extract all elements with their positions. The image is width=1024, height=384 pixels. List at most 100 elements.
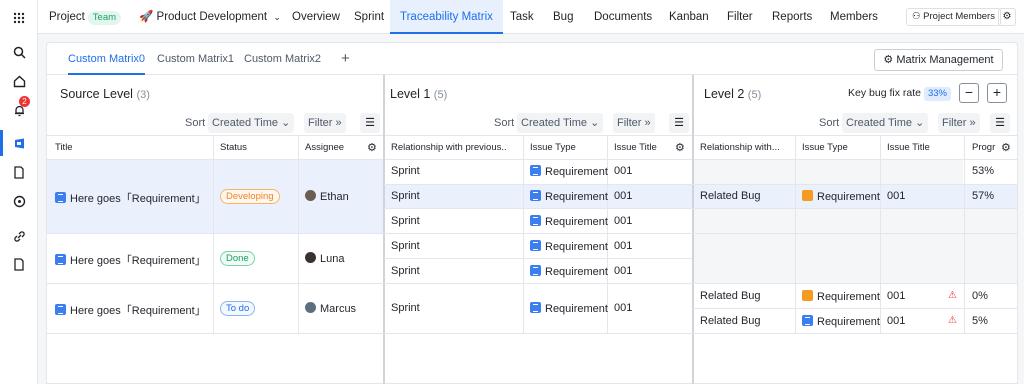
l2-row-4-type[interactable]: Requirement (802, 315, 880, 328)
l1-row-1-relationship[interactable]: Sprint (391, 165, 420, 177)
nav-overview[interactable]: Overview (292, 0, 340, 34)
l2-row-4-progress: 5% (972, 315, 988, 327)
project-icon[interactable] (9, 133, 29, 153)
source-row-2-assignee[interactable]: Luna (305, 252, 344, 265)
tab-custom-matrix0[interactable]: Custom Matrix0 (68, 43, 146, 75)
add-level-button[interactable]: + (987, 83, 1007, 103)
source-row-3-title[interactable]: Here goes「Requirement」 (55, 302, 206, 318)
l1-row-3-relationship[interactable]: Sprint (391, 215, 420, 227)
gear-icon: ⚙ (883, 54, 894, 66)
l1-row-3-type[interactable]: Requirement (530, 215, 608, 228)
level2-title: Level 2 (5) (704, 87, 761, 101)
nav-kanban[interactable]: Kanban (669, 0, 709, 34)
nav-bug[interactable]: Bug (553, 0, 573, 34)
l1-row-5-type[interactable]: Requirement (530, 265, 608, 278)
link-icon[interactable] (9, 226, 29, 246)
divider (880, 135, 881, 333)
source-row-1-assignee[interactable]: Ethan (305, 190, 349, 203)
l2-row-2-title[interactable]: 001 (887, 190, 905, 202)
requirement-icon (802, 290, 813, 301)
source-filter-button[interactable]: Filter » (304, 113, 346, 133)
apps-grid-icon[interactable] (9, 8, 29, 28)
source-row-2-status[interactable]: Done (220, 251, 255, 266)
divider (47, 135, 1017, 136)
chevron-down-icon: ⌄ (915, 117, 925, 129)
source-row-title-text: Here goes「Requirement」 (70, 193, 206, 205)
l1-row-6-relationship[interactable]: Sprint (391, 302, 420, 314)
nav-reports[interactable]: Reports (772, 0, 812, 34)
l1-row-3-title[interactable]: 001 (614, 215, 632, 227)
avatar (305, 302, 316, 313)
matrix-management-button[interactable]: ⚙ Matrix Management (874, 49, 1003, 71)
search-icon[interactable] (9, 42, 29, 62)
l2-row-3-title[interactable]: 001 (887, 290, 905, 302)
level1-column-list-icon[interactable]: ☰ (669, 113, 689, 133)
nav-traceability-matrix[interactable]: Traceability Matrix (390, 0, 503, 34)
rocket-icon: 🚀 (139, 11, 154, 23)
nav-filter[interactable]: Filter (727, 0, 753, 34)
empty-cell-bg (693, 159, 963, 184)
l1-row-2-type[interactable]: Requirement (530, 190, 608, 203)
source-column-settings-icon[interactable]: ⚙ (367, 141, 377, 154)
source-row-1-title[interactable]: Here goes「Requirement」 (55, 190, 206, 206)
l2-row-3-type[interactable]: Requirement (802, 290, 880, 303)
avatar (305, 252, 316, 263)
collapse-level-button[interactable]: − (959, 83, 979, 103)
divider (47, 233, 1017, 234)
nav-sprint[interactable]: Sprint (354, 0, 384, 34)
requirement-icon (55, 192, 66, 203)
l1-row-4-type[interactable]: Requirement (530, 240, 608, 253)
project-selector[interactable]: 🚀 Product Development ⌄ (139, 0, 281, 34)
tab-custom-matrix1[interactable]: Custom Matrix1 (157, 43, 234, 75)
nav-members[interactable]: Members (830, 0, 878, 34)
source-sort-select[interactable]: Created Time ⌄ (208, 113, 295, 133)
source-row-3-assignee[interactable]: Marcus (305, 302, 356, 315)
level1-filter-button[interactable]: Filter » (613, 113, 655, 133)
tab-custom-matrix2[interactable]: Custom Matrix2 (244, 43, 321, 75)
level2-column-list-icon[interactable]: ☰ (990, 113, 1010, 133)
l1-row-2-title[interactable]: 001 (614, 190, 632, 202)
col-progress-header: Progr (972, 142, 996, 153)
settings-gear-icon[interactable]: ⚙ (998, 8, 1016, 26)
project-breadcrumb[interactable]: Project Team (49, 0, 122, 34)
warning-icon: ⚠ (948, 290, 957, 301)
source-row-1-status[interactable]: Developing (220, 189, 280, 204)
l2-row-2-type[interactable]: Requirement (802, 190, 880, 203)
file-icon[interactable] (9, 254, 29, 274)
l1-row-5-relationship[interactable]: Sprint (391, 265, 420, 277)
col-issue-type-l2-header: Issue Type (802, 142, 848, 153)
l2-row-3-relationship[interactable]: Related Bug (700, 290, 761, 302)
requirement-icon (530, 265, 541, 276)
dashboard-icon[interactable] (9, 191, 29, 211)
requirement-icon (530, 240, 541, 251)
l1-row-1-title[interactable]: 001 (614, 165, 632, 177)
level2-filter-button[interactable]: Filter » (938, 113, 980, 133)
requirement-icon (55, 304, 66, 315)
home-icon[interactable] (9, 71, 29, 91)
source-row-3-status[interactable]: To do (220, 301, 256, 316)
l1-row-4-relationship[interactable]: Sprint (391, 240, 420, 252)
l1-row-1-type[interactable]: Requirement (530, 165, 608, 178)
nav-task[interactable]: Task (510, 0, 534, 34)
source-row-2-title[interactable]: Here goes「Requirement」 (55, 252, 206, 268)
requirement-icon (530, 190, 541, 201)
source-column-list-icon[interactable]: ☰ (360, 113, 380, 133)
l1-row-6-type[interactable]: Requirement (530, 302, 608, 315)
l1-row-2-relationship[interactable]: Sprint (391, 190, 420, 202)
l2-row-4-relationship[interactable]: Related Bug (700, 315, 761, 327)
document-icon[interactable] (9, 162, 29, 182)
nav-documents[interactable]: Documents (594, 0, 652, 34)
add-tab-icon[interactable]: + (341, 43, 350, 75)
level2-column-settings-icon[interactable]: ⚙ (1001, 141, 1011, 154)
project-members-button[interactable]: ⚇ Project Members (906, 8, 1001, 26)
level1-column-settings-icon[interactable]: ⚙ (675, 141, 685, 154)
l1-row-4-title[interactable]: 001 (614, 240, 632, 252)
l1-row-6-title[interactable]: 001 (614, 302, 632, 314)
top-navigation: Project Team 🚀 Product Development ⌄ Over… (38, 0, 1024, 34)
level2-sort-select[interactable]: Created Time ⌄ (842, 113, 929, 133)
l2-row-2-relationship[interactable]: Related Bug (700, 190, 761, 202)
l2-row-4-title[interactable]: 001 (887, 315, 905, 327)
l1-row-5-title[interactable]: 001 (614, 265, 632, 277)
level1-sort-select[interactable]: Created Time ⌄ (517, 113, 604, 133)
avatar (305, 190, 316, 201)
